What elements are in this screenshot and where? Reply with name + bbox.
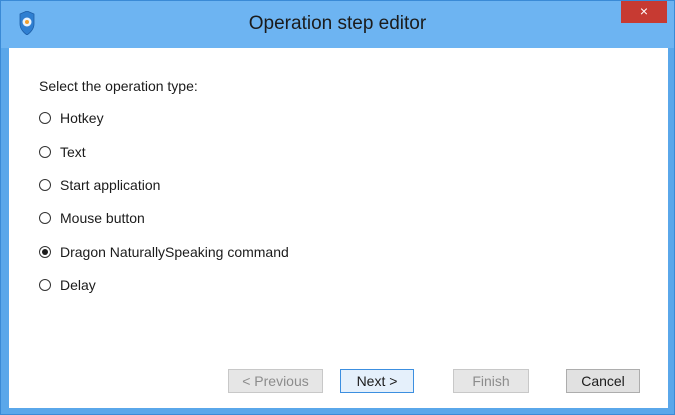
radio-start-application[interactable]	[39, 179, 51, 191]
title-bar[interactable]: Operation step editor ×	[1, 1, 674, 48]
option-label: Start application	[60, 177, 161, 193]
option-delay[interactable]: Delay	[39, 275, 96, 295]
option-label: Mouse button	[60, 210, 145, 226]
option-label: Hotkey	[60, 110, 104, 126]
radio-text[interactable]	[39, 146, 51, 158]
content-panel: Select the operation type: Hotkey Text S…	[9, 48, 668, 408]
option-label: Text	[60, 144, 86, 160]
finish-button[interactable]: Finish	[453, 369, 529, 393]
radio-hotkey[interactable]	[39, 112, 51, 124]
option-dragon-command[interactable]: Dragon NaturallySpeaking command	[39, 242, 289, 262]
radio-delay[interactable]	[39, 279, 51, 291]
previous-button[interactable]: < Previous	[228, 369, 323, 393]
operation-type-prompt: Select the operation type:	[39, 78, 198, 94]
radio-dragon-command[interactable]	[39, 246, 51, 258]
close-button[interactable]: ×	[621, 1, 667, 23]
option-label: Dragon NaturallySpeaking command	[60, 244, 289, 260]
radio-mouse-button[interactable]	[39, 212, 51, 224]
option-label: Delay	[60, 277, 96, 293]
next-button[interactable]: Next >	[340, 369, 414, 393]
cancel-button[interactable]: Cancel	[566, 369, 640, 393]
option-text[interactable]: Text	[39, 142, 86, 162]
window-title: Operation step editor	[248, 13, 427, 34]
option-start-application[interactable]: Start application	[39, 175, 160, 195]
option-hotkey[interactable]: Hotkey	[39, 108, 104, 128]
option-mouse-button[interactable]: Mouse button	[39, 208, 145, 228]
operation-step-editor-window: Operation step editor × Select the opera…	[0, 0, 675, 415]
